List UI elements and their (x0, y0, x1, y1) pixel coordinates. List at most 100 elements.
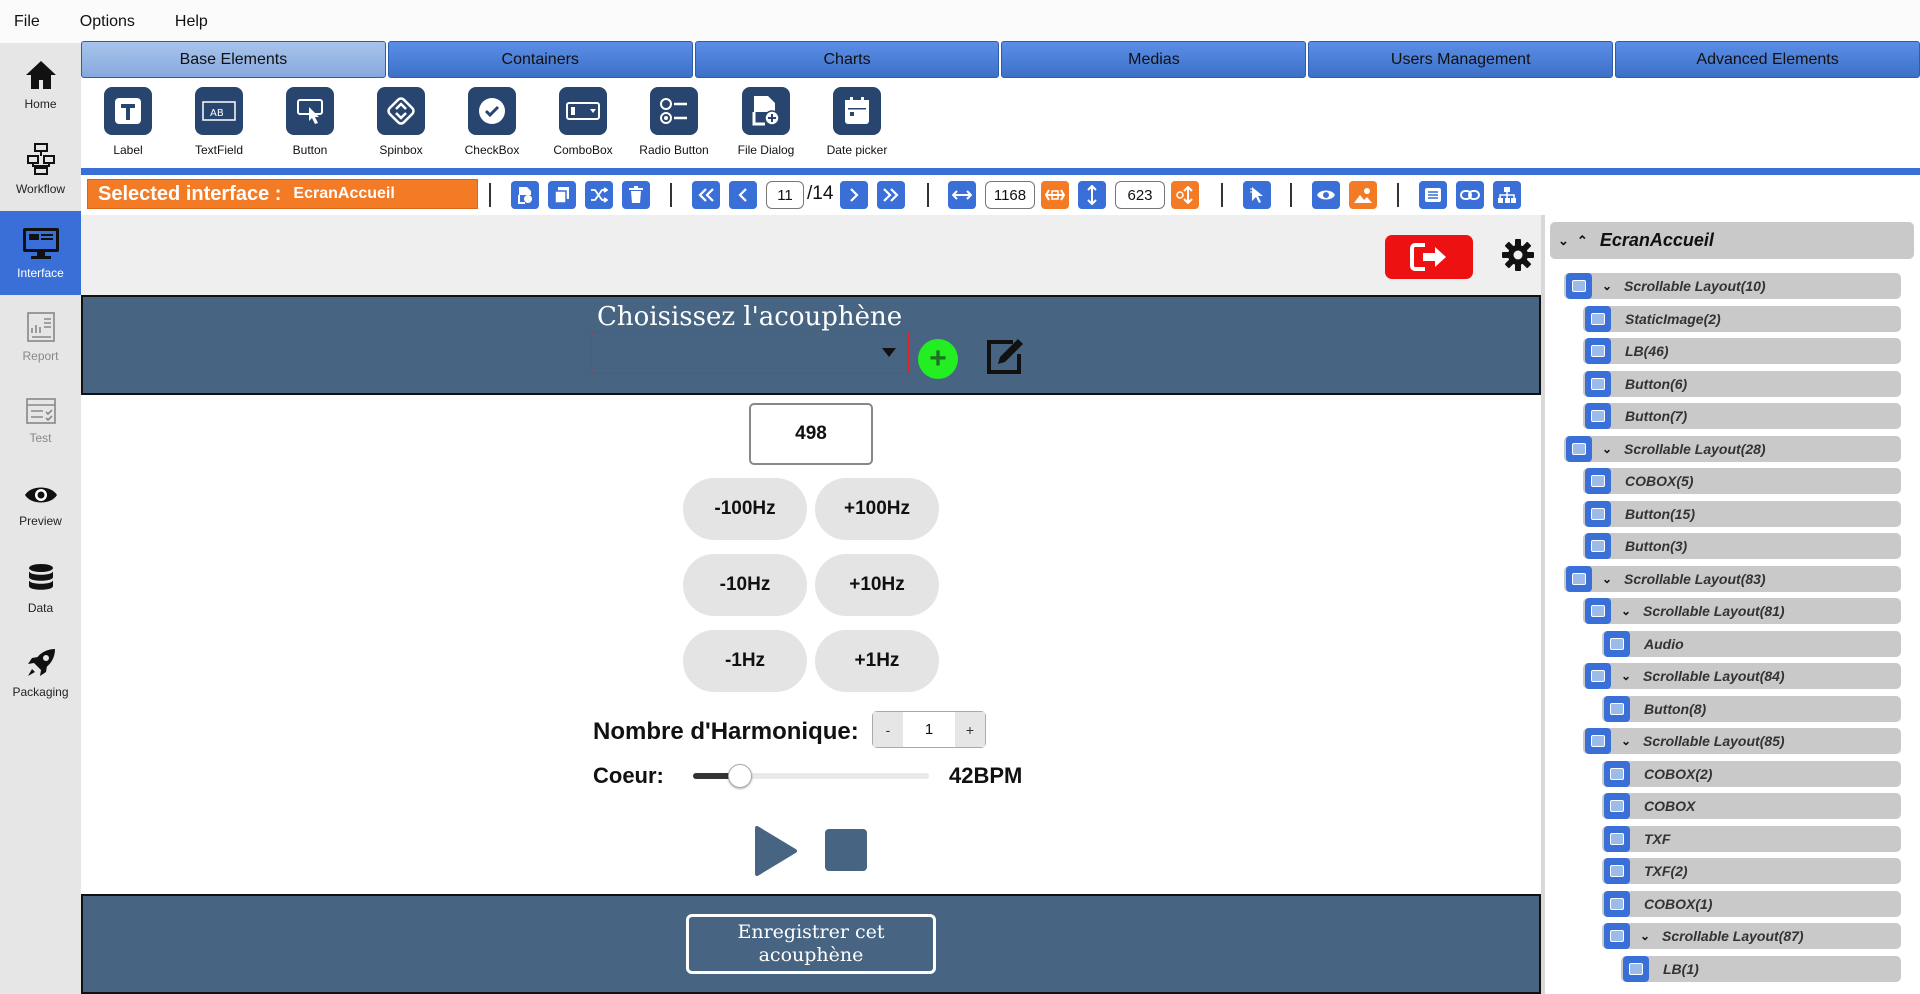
nav-item-data[interactable]: Data (0, 547, 81, 631)
chevron-down-icon[interactable]: ⌄ (1596, 572, 1618, 586)
tinnitus-combobox[interactable] (591, 331, 909, 374)
save-tinnitus-button[interactable]: Enregistrer cet acouphène (686, 914, 936, 974)
nav-item-interface[interactable]: Interface (0, 211, 81, 295)
heart-rate-value: 42BPM (949, 763, 1023, 788)
tree-element-node[interactable]: TXF(2) (1602, 858, 1901, 884)
menu-help[interactable]: Help (175, 13, 228, 31)
width-button[interactable] (948, 181, 976, 209)
tree-layout-node[interactable]: ⌄ Scrollable Layout(87) (1602, 923, 1901, 949)
delete-interface-button[interactable] (622, 181, 650, 209)
palette-file-dialog[interactable]: File Dialog (721, 87, 811, 157)
height-input[interactable]: 623 (1115, 181, 1165, 209)
settings-button[interactable] (1498, 235, 1538, 275)
harmonics-spinbox[interactable]: - 1 + (872, 711, 986, 748)
fit-height-button[interactable] (1171, 181, 1199, 209)
background-image-button[interactable] (1349, 181, 1377, 209)
chevron-down-icon[interactable]: ⌄ (1558, 233, 1569, 249)
tree-layout-node[interactable]: ⌄ Scrollable Layout(81) (1583, 598, 1901, 624)
link-button[interactable] (1456, 181, 1484, 209)
nav-item-preview[interactable]: Preview (0, 463, 81, 547)
chevron-up-icon[interactable]: ⌃ (1577, 233, 1588, 249)
fit-width-button[interactable] (1041, 181, 1069, 209)
tree-layout-node[interactable]: ⌄ Scrollable Layout(84) (1583, 663, 1901, 689)
tree-layout-node[interactable]: ⌄ Scrollable Layout(28) (1564, 435, 1901, 462)
heart-rate-slider-handle[interactable] (728, 764, 753, 788)
palette-radio-button[interactable]: Radio Button (629, 87, 719, 157)
menu-options[interactable]: Options (80, 13, 155, 31)
menu-file[interactable]: File (14, 13, 60, 31)
tree-element-node[interactable]: LB(46) (1583, 338, 1901, 364)
tab-medias[interactable]: Medias (1001, 41, 1307, 78)
tree-element-node[interactable]: TXF (1602, 825, 1901, 852)
previous-page-button[interactable] (729, 181, 757, 209)
new-interface-button[interactable] (511, 181, 539, 209)
palette-textfield[interactable]: AB TextField (174, 87, 264, 157)
tree-element-node[interactable]: StaticImage(2) (1583, 305, 1901, 332)
tree-element-node[interactable]: Audio (1602, 630, 1901, 657)
nav-item-test[interactable]: Test (0, 379, 81, 463)
add-tinnitus-button[interactable]: + (918, 339, 958, 379)
hierarchy-button[interactable] (1493, 181, 1521, 209)
list-view-button[interactable] (1419, 181, 1447, 209)
tree-element-node[interactable]: COBOX (1602, 793, 1901, 819)
chevron-down-icon[interactable]: ⌄ (1615, 734, 1637, 748)
tab-containers[interactable]: Containers (387, 41, 693, 78)
height-button[interactable] (1078, 181, 1106, 209)
tree-element-node[interactable]: Button(6) (1583, 370, 1901, 397)
chevron-down-icon[interactable]: ⌄ (1615, 669, 1637, 683)
plus-100hz-button[interactable]: +100Hz (815, 478, 939, 540)
play-button[interactable] (753, 825, 797, 877)
tree-element-node[interactable]: COBOX(1) (1602, 890, 1901, 917)
tree-layout-node[interactable]: ⌄ Scrollable Layout(10) (1564, 273, 1901, 299)
harmonics-increment-button[interactable]: + (955, 712, 985, 747)
palette-spinbox[interactable]: Spinbox (356, 87, 446, 157)
chevron-down-icon[interactable]: ⌄ (1615, 604, 1637, 618)
nav-item-workflow[interactable]: Workflow (0, 127, 81, 211)
tree-element-node[interactable]: LB(1) (1621, 955, 1901, 982)
minus-10hz-button[interactable]: -10Hz (683, 554, 807, 616)
tab-users-management[interactable]: Users Management (1308, 41, 1614, 78)
palette-date-picker[interactable]: Date picker (812, 87, 902, 157)
logout-button[interactable] (1385, 235, 1473, 279)
select-mode-button[interactable] (1243, 181, 1271, 209)
selected-interface-field[interactable]: Selected interface : EcranAccueil (87, 179, 478, 209)
harmonics-decrement-button[interactable]: - (873, 712, 903, 747)
tab-charts[interactable]: Charts (694, 41, 1000, 78)
stop-button[interactable] (825, 829, 867, 871)
last-page-button[interactable] (877, 181, 905, 209)
tree-element-node[interactable]: COBOX(2) (1602, 760, 1901, 787)
next-page-button[interactable] (840, 181, 868, 209)
width-input[interactable]: 1168 (985, 181, 1035, 209)
tab-advanced-elements[interactable]: Advanced Elements (1615, 41, 1920, 78)
chevron-down-icon[interactable]: ⌄ (1596, 442, 1618, 456)
nav-item-report[interactable]: Report (0, 295, 81, 379)
plus-10hz-button[interactable]: +10Hz (815, 554, 939, 616)
palette-checkbox[interactable]: CheckBox (447, 87, 537, 157)
nav-item-packaging[interactable]: Packaging (0, 631, 81, 715)
palette-label[interactable]: Label (83, 87, 173, 157)
tree-element-node[interactable]: Button(8) (1602, 695, 1901, 722)
copy-interface-button[interactable] (548, 181, 576, 209)
plus-1hz-button[interactable]: +1Hz (815, 630, 939, 692)
tree-layout-node[interactable]: ⌄ Scrollable Layout(83) (1564, 565, 1901, 592)
preview-button[interactable] (1312, 181, 1340, 209)
minus-100hz-button[interactable]: -100Hz (683, 478, 807, 540)
shuffle-button[interactable] (585, 181, 613, 209)
first-page-button[interactable] (692, 181, 720, 209)
tree-element-node[interactable]: Button(7) (1583, 403, 1901, 429)
palette-button[interactable]: Button (265, 87, 355, 157)
tree-element-node[interactable]: Button(3) (1583, 533, 1901, 559)
chevron-down-icon[interactable]: ⌄ (1634, 929, 1656, 943)
tree-element-node[interactable]: COBOX(5) (1583, 468, 1901, 494)
current-page-input[interactable]: 11 (766, 181, 804, 209)
minus-1hz-button[interactable]: -1Hz (683, 630, 807, 692)
nav-item-home[interactable]: Home (0, 43, 81, 127)
harmonics-value[interactable]: 1 (903, 712, 955, 747)
tree-layout-node[interactable]: ⌄ Scrollable Layout(85) (1583, 728, 1901, 754)
chevron-down-icon[interactable]: ⌄ (1596, 279, 1618, 293)
tree-root-node[interactable]: ⌄ ⌃ EcranAccueil (1550, 222, 1914, 259)
edit-tinnitus-button[interactable] (981, 334, 1027, 380)
tree-element-node[interactable]: Button(15) (1583, 500, 1901, 527)
palette-combobox[interactable]: ComboBox (538, 87, 628, 157)
tab-base-elements[interactable]: Base Elements (81, 41, 386, 78)
